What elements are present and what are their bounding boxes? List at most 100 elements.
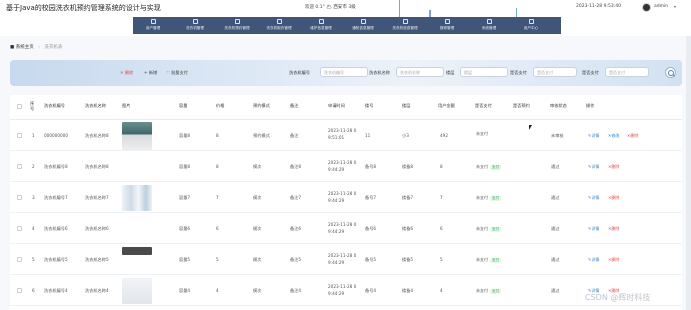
table-row: 1 000000000 洗衣机名称8 容量8 8 预约模式 备注 2023-11… <box>10 120 682 151</box>
nav-item-machines[interactable]: 洗衣机管理 <box>177 17 213 34</box>
cell-status: 通过 <box>551 226 560 231</box>
nav-item-machine-info[interactable]: 洗衣机信息管理 <box>387 17 423 34</box>
row-checkbox[interactable] <box>17 195 22 200</box>
cell-time-date: 2023-11-28 0 <box>328 160 357 165</box>
cell-amount: 7 <box>440 195 443 200</box>
breadcrumb-home[interactable]: 系统主页 <box>16 45 34 50</box>
nav-item-user-center[interactable]: 用户中心 <box>513 17 549 34</box>
filter-select-paid[interactable]: 是否支付 <box>533 67 577 77</box>
main-nav: 用户管理 洗衣机管理 洗衣机预约管理 洗衣机取衣管理 维护信息管理 通知信息管理… <box>133 17 561 34</box>
search-icon[interactable] <box>665 67 676 78</box>
cell-name: 洗衣机名称6 <box>85 226 109 231</box>
col-header-building: 楼号 <box>365 103 374 108</box>
cell-code: 洗衣机编号6 <box>44 226 68 231</box>
filter-label-name: 洗衣机名称 <box>369 70 390 75</box>
cell-status: 通过 <box>551 164 560 169</box>
mouse-cursor-icon <box>529 125 533 132</box>
filter-input-floor[interactable]: 楼层 <box>460 67 508 77</box>
add-button[interactable]: + 新增 <box>144 70 157 76</box>
nav-item-pickup[interactable]: 洗衣机取衣管理 <box>261 17 297 34</box>
cell-index: 4 <box>32 226 35 231</box>
batch-pay-button[interactable]: ♡ 批量支付 <box>166 70 188 76</box>
shirt-icon <box>276 19 282 24</box>
filter-select-paid-2[interactable]: 是否支付 <box>605 67 649 77</box>
cell-paid: 未支付 支付 <box>476 226 501 232</box>
col-header-index: 序号 <box>30 101 35 111</box>
delete-row-button[interactable]: ✕删除 <box>608 164 619 170</box>
col-header-actions: 操作 <box>586 103 595 108</box>
cell-code: 洗衣机编号5 <box>44 257 68 262</box>
cell-name: 洗衣机名称8 <box>85 133 109 138</box>
cell-price: 4 <box>216 288 219 293</box>
cell-time-clock: 9:44:29 <box>328 229 345 234</box>
cell-time-date: 2023-11-28 0 <box>328 284 357 289</box>
nav-item-reservations[interactable]: 洗衣机预约管理 <box>219 17 255 34</box>
info-icon <box>402 19 408 24</box>
pay-button[interactable]: 支付 <box>490 227 501 232</box>
row-checkbox[interactable] <box>17 164 22 169</box>
breadcrumb-current: 洗衣机表 <box>44 45 63 50</box>
cell-name: 洗衣机名称7 <box>85 195 109 200</box>
cell-price: 6 <box>216 226 219 231</box>
row-checkbox[interactable] <box>17 257 22 262</box>
cell-capacity: 容量6 <box>179 226 191 231</box>
cell-paid: 未支付 <box>476 131 488 136</box>
nav-item-users[interactable]: 用户管理 <box>135 17 171 34</box>
delete-button[interactable]: ✕ 删除 <box>120 70 133 76</box>
cell-mode: 模次 <box>253 226 262 231</box>
user-name[interactable]: admin <box>654 4 668 9</box>
detail-button[interactable]: ✎详情 <box>588 257 599 263</box>
row-checkbox[interactable] <box>17 288 22 293</box>
filter-input-name[interactable]: 洗衣机名称 <box>396 67 444 77</box>
row-checkbox[interactable] <box>17 133 22 138</box>
cell-capacity: 容量4 <box>179 288 191 293</box>
pay-button[interactable]: 支付 <box>490 196 501 201</box>
detail-button[interactable]: ✎详情 <box>588 195 599 201</box>
table-row: 2 洗衣机编号8 洗衣机名称8 容量8 8 模次 备注8 2023-11-28 … <box>10 151 682 182</box>
delete-row-button[interactable]: ✕删除 <box>608 195 619 201</box>
scrollbar[interactable] <box>686 36 691 310</box>
weather-info: 欢迎 0.1° 🌥 西安市 3级 <box>305 5 356 10</box>
cell-paid: 未支付 支付 <box>476 195 501 201</box>
detail-button[interactable]: ✎详情 <box>588 164 599 170</box>
cell-paid: 未支付 支付 <box>476 288 501 294</box>
pay-button[interactable]: 支付 <box>490 165 501 170</box>
nav-item-repairs[interactable]: 报修管理 <box>429 17 465 34</box>
filter-input-code[interactable]: 洗衣机编号 <box>320 67 368 77</box>
col-header-capacity: 容量 <box>179 103 188 108</box>
detail-button[interactable]: ✎详情 <box>588 226 599 232</box>
col-header-status: 审核状态 <box>550 103 567 108</box>
cell-building: 备号5 <box>365 257 377 262</box>
cell-amount: 8 <box>440 164 443 169</box>
cell-floor: 楼备7 <box>402 195 414 200</box>
data-table: 序号 洗衣机编号 洗衣机名称 图片 容量 价格 预约模式 备注 申请时间 楼号 … <box>10 95 682 310</box>
datetime: 2023-11-28 9:53:40 <box>576 4 621 9</box>
row-checkbox[interactable] <box>17 226 22 231</box>
home-icon: ■ <box>10 45 15 50</box>
cell-status: 通过 <box>551 195 560 200</box>
nav-item-notices[interactable]: 通知信息管理 <box>345 17 381 34</box>
pay-button[interactable]: 支付 <box>490 289 501 294</box>
bell-icon <box>360 19 366 24</box>
edit-button[interactable]: ✕修改 <box>608 133 619 139</box>
cell-time-date: 2023-11-28 0 <box>328 222 357 227</box>
nav-item-maintenance[interactable]: 维护信息管理 <box>303 17 339 34</box>
chevron-down-icon[interactable]: ▾ <box>674 4 676 9</box>
search-panel: ✕ 删除 + 新增 ♡ 批量支付 洗衣机编号 洗衣机编号 洗衣机名称 洗衣机名称… <box>10 60 682 86</box>
delete-row-button[interactable]: ✕删除 <box>608 257 619 263</box>
cell-capacity: 容量8 <box>179 164 191 169</box>
pay-button[interactable]: 支付 <box>490 258 501 263</box>
col-header-image: 图片 <box>122 103 131 108</box>
select-all-checkbox[interactable] <box>17 104 22 109</box>
cell-price: 7 <box>216 195 219 200</box>
nav-item-system[interactable]: 系统管理 <box>471 17 507 34</box>
cell-building: 备号6 <box>365 226 377 231</box>
avatar[interactable] <box>642 3 651 12</box>
cell-mode: 模次 <box>253 288 262 293</box>
delete-row-button[interactable]: ✕删除 <box>608 226 619 232</box>
cell-floor: 小3 <box>402 133 409 138</box>
delete-row-button[interactable]: ✕删除 <box>627 133 638 139</box>
table-row: 5 洗衣机编号5 洗衣机名称5 容量5 5 模次 备注5 2023-11-28 … <box>10 244 682 275</box>
detail-button[interactable]: ✎详情 <box>588 133 599 139</box>
cell-amount: 5 <box>440 257 443 262</box>
